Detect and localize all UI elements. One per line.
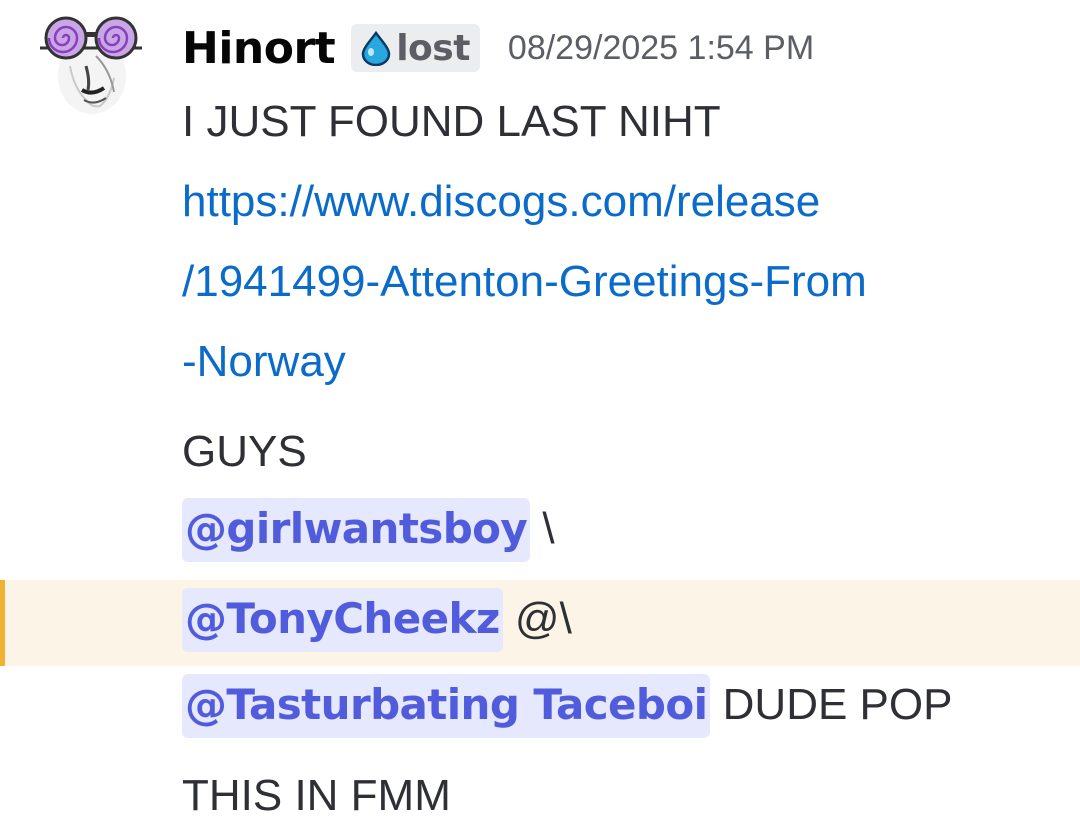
message-text: \ xyxy=(530,504,555,553)
message-text: I JUST FOUND LAST NIHT xyxy=(182,97,721,146)
water-drop-icon xyxy=(361,30,391,66)
message-timestamp[interactable]: 08/29/2025 1:54 PM xyxy=(508,29,814,68)
message-line: @girlwantsboy \ xyxy=(182,498,555,562)
user-mention[interactable]: @girlwantsboy xyxy=(182,498,531,562)
message-line: https://www.discogs.com/release xyxy=(182,180,820,224)
message-text: @\ xyxy=(502,594,572,643)
user-mention[interactable]: @TonyCheekz xyxy=(182,588,503,652)
message-line: -Norway xyxy=(182,340,346,384)
user-mention[interactable]: @Tasturbating Taceboi xyxy=(182,674,711,738)
message-line: /1941499-Attenton-Greetings-From xyxy=(182,260,867,304)
message-line: @TonyCheekz @\ xyxy=(182,588,572,652)
role-tag-label: lost xyxy=(396,27,470,69)
link-text-segment[interactable]: https://www.discogs.com/release xyxy=(182,177,820,226)
link-text-segment[interactable]: /1941499-Attenton-Greetings-From xyxy=(182,257,867,306)
message-text: DUDE POP xyxy=(710,680,953,729)
user-avatar[interactable] xyxy=(30,8,152,120)
message-text: GUYS xyxy=(182,427,307,476)
chat-message: Hinort lost 08/29/2025 1:54 PM I JUST FO… xyxy=(0,0,1080,833)
message-line: THIS IN FMM xyxy=(182,774,451,818)
message-line: I JUST FOUND LAST NIHT xyxy=(182,100,721,144)
message-line: @Tasturbating Taceboi DUDE POP xyxy=(182,674,952,738)
message-line: GUYS xyxy=(182,430,307,474)
message-text: THIS IN FMM xyxy=(182,771,451,820)
link-text-segment[interactable]: -Norway xyxy=(182,337,346,386)
mention-highlight-bar xyxy=(0,580,5,666)
swirl-glasses-face-avatar xyxy=(40,16,142,114)
message-header: Hinort lost 08/29/2025 1:54 PM xyxy=(182,18,814,78)
author-username[interactable]: Hinort xyxy=(182,23,336,74)
role-tag[interactable]: lost xyxy=(351,24,480,72)
